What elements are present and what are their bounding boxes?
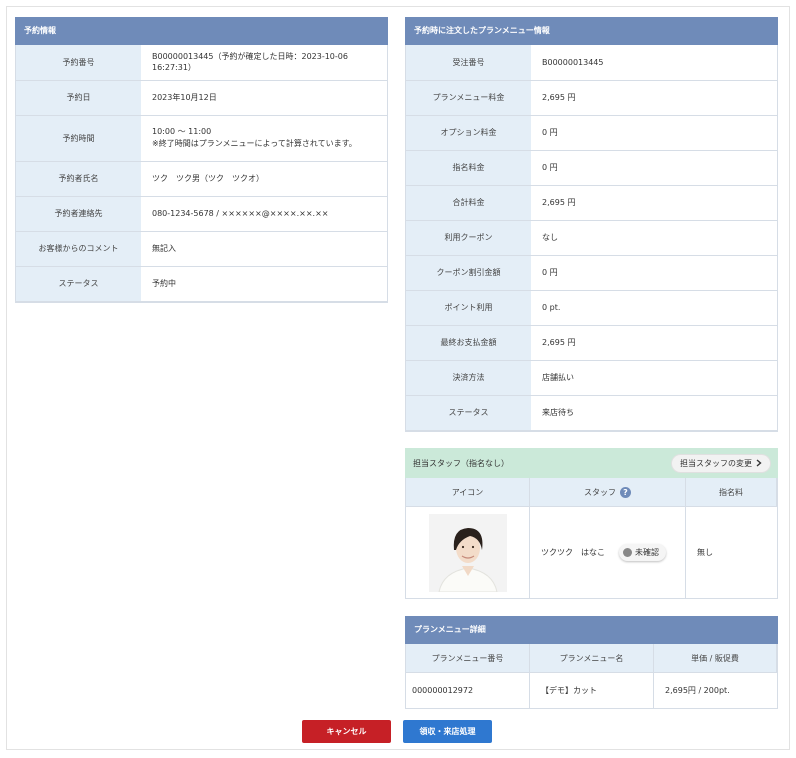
status-badge-label: 未確認 xyxy=(635,548,659,557)
cancel-button[interactable]: キャンセル xyxy=(302,720,391,743)
status-badge: 未確認 xyxy=(619,544,666,561)
change-staff-button[interactable]: 担当スタッフの変更 xyxy=(672,454,770,472)
reservation-time-note: ※終了時間はプランメニューによって計算されています。 xyxy=(152,139,357,148)
table-row: ステータス 予約中 xyxy=(16,266,387,302)
question-icon[interactable]: ? xyxy=(620,486,631,498)
order-number-label: 受注番号 xyxy=(406,45,531,81)
table-row: クーポン割引金額 0 円 xyxy=(406,255,777,291)
reservation-date-label: 予約日 xyxy=(16,80,141,116)
staff-name: ツクツク はなこ xyxy=(541,548,605,557)
plan-panel: プランメニュー詳細 プランメニュー番号 プランメニュー名 単価 / 販促費 00… xyxy=(405,616,778,709)
table-row: プランメニュー料金 2,695 円 xyxy=(406,80,777,116)
plan-name: 【デモ】カット xyxy=(530,672,654,708)
customer-contact-value: 080-1234-5678 / ××××××@××××.××.×× xyxy=(141,196,387,232)
status-dot-icon xyxy=(623,548,632,557)
customer-contact-label: 予約者連絡先 xyxy=(16,196,141,232)
table-row: 合計料金 2,695 円 xyxy=(406,185,777,221)
avatar xyxy=(428,513,507,592)
table-row: 決済方法 店舗払い xyxy=(406,360,777,396)
plan-table: プランメニュー番号 プランメニュー名 単価 / 販促費 000000012972… xyxy=(405,644,778,709)
staff-avatar-cell xyxy=(406,506,530,598)
order-table: 受注番号 B00000013445 プランメニュー料金 2,695 円 オプション料… xyxy=(406,45,777,431)
plan-col-price: 単価 / 販促費 xyxy=(654,644,777,672)
table-row: 予約時間 10:00 ～ 11:00 ※終了時間はプランメニューによって計算され… xyxy=(16,115,387,162)
staff-name-cell: ツクツク はなこ 未確認 xyxy=(530,506,686,598)
points-value: 0 pt. xyxy=(531,290,777,326)
table-row: ポイント利用 0 pt. xyxy=(406,290,777,326)
nomination-fee-label: 指名料金 xyxy=(406,150,531,186)
table-row: 予約番号 B00000013445（予約が確定した日時：2023-10-06 1… xyxy=(16,45,387,81)
staff-col-staff: スタッフ ? xyxy=(530,478,686,506)
table-row: 予約者連絡先 080-1234-5678 / ××××××@××××.××.×× xyxy=(16,196,387,232)
order-title: 予約時に注文したプランメニュー情報 xyxy=(405,17,778,45)
staff-panel: 担当スタッフ（指名なし） 担当スタッフの変更 アイコン スタッフ ? 指名料 ツ… xyxy=(405,448,778,599)
staff-title: 担当スタッフ（指名なし） xyxy=(413,458,509,468)
reservation-date-value: 2023年10月12日 xyxy=(141,80,387,116)
change-staff-label: 担当スタッフの変更 xyxy=(680,458,752,468)
total-fee-label: 合計料金 xyxy=(406,185,531,221)
customer-comment-value: 無記入 xyxy=(141,231,387,267)
reservation-number-label: 予約番号 xyxy=(16,45,141,81)
table-row: オプション料金 0 円 xyxy=(406,115,777,151)
table-row: 受注番号 B00000013445 xyxy=(406,45,777,81)
final-amount-value: 2,695 円 xyxy=(531,325,777,361)
staff-col-icon: アイコン xyxy=(406,478,530,506)
coupon-discount-value: 0 円 xyxy=(531,255,777,291)
plan-price: 2,695円 / 200pt. xyxy=(654,672,777,708)
customer-name-value: ツク ツク男（ツク ツクオ） xyxy=(141,161,387,197)
reservation-number-value: B00000013445（予約が確定した日時：2023-10-06 16:27:… xyxy=(141,45,387,81)
staff-table: アイコン スタッフ ? 指名料 ツクツク はなこ 未確認 無し xyxy=(405,478,778,599)
reservation-time-cell: 10:00 ～ 11:00 ※終了時間はプランメニューによって計算されています。 xyxy=(141,115,387,162)
plan-fee-label: プランメニュー料金 xyxy=(406,80,531,116)
chevron-right-icon xyxy=(756,459,762,467)
reservation-time-label: 予約時間 xyxy=(16,115,141,162)
points-label: ポイント利用 xyxy=(406,290,531,326)
staff-col-fee: 指名料 xyxy=(686,478,777,506)
plan-col-name: プランメニュー名 xyxy=(530,644,654,672)
final-amount-label: 最終お支払金額 xyxy=(406,325,531,361)
table-row: ステータス 来店待ち xyxy=(406,395,777,431)
reservation-title: 予約情報 xyxy=(15,17,388,45)
checkin-button[interactable]: 領収・来店処理 xyxy=(403,720,492,743)
coupon-label: 利用クーポン xyxy=(406,220,531,256)
table-row: 最終お支払金額 2,695 円 xyxy=(406,325,777,361)
payment-method-label: 決済方法 xyxy=(406,360,531,396)
table-row: 予約者氏名 ツク ツク男（ツク ツクオ） xyxy=(16,161,387,197)
option-fee-label: オプション料金 xyxy=(406,115,531,151)
reservation-status-label: ステータス xyxy=(16,266,141,302)
table-row: 利用クーポン なし xyxy=(406,220,777,256)
nomination-fee-value: 0 円 xyxy=(531,150,777,186)
reservation-status-value: 予約中 xyxy=(141,266,387,302)
customer-comment-label: お客様からのコメント xyxy=(16,231,141,267)
reservation-panel: 予約情報 予約番号 B00000013445（予約が確定した日時：2023-10… xyxy=(15,17,388,303)
order-status-value: 来店待ち xyxy=(531,395,777,431)
plan-col-number: プランメニュー番号 xyxy=(406,644,530,672)
staff-header: 担当スタッフ（指名なし） 担当スタッフの変更 xyxy=(405,448,778,478)
plan-number: 000000012972 xyxy=(406,672,530,708)
order-number-value: B00000013445 xyxy=(531,45,777,81)
coupon-value: なし xyxy=(531,220,777,256)
reservation-table: 予約番号 B00000013445（予約が確定した日時：2023-10-06 1… xyxy=(16,45,387,302)
option-fee-value: 0 円 xyxy=(531,115,777,151)
table-row: 予約日 2023年10月12日 xyxy=(16,80,387,116)
plan-fee-value: 2,695 円 xyxy=(531,80,777,116)
payment-method-value: 店舗払い xyxy=(531,360,777,396)
table-row: 指名料金 0 円 xyxy=(406,150,777,186)
staff-col-staff-label: スタッフ xyxy=(584,487,616,497)
total-fee-value: 2,695 円 xyxy=(531,185,777,221)
staff-photo xyxy=(428,513,507,592)
order-status-label: ステータス xyxy=(406,395,531,431)
order-panel: 予約時に注文したプランメニュー情報 受注番号 B00000013445 プランメニ… xyxy=(405,17,778,432)
reservation-time-value: 10:00 ～ 11:00 xyxy=(152,127,212,136)
customer-name-label: 予約者氏名 xyxy=(16,161,141,197)
plan-title: プランメニュー詳細 xyxy=(405,616,778,644)
table-row: お客様からのコメント 無記入 xyxy=(16,231,387,267)
coupon-discount-label: クーポン割引金額 xyxy=(406,255,531,291)
staff-fee: 無し xyxy=(686,506,777,598)
